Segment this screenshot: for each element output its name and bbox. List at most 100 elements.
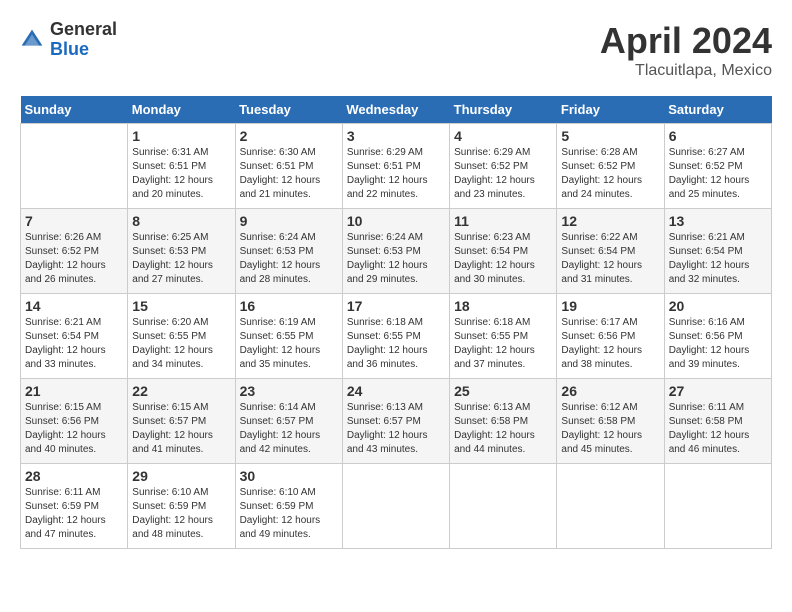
day-info: Sunrise: 6:15 AMSunset: 6:57 PMDaylight:…: [132, 401, 230, 457]
table-row: 24 Sunrise: 6:13 AMSunset: 6:57 PMDayligh…: [342, 379, 449, 464]
day-info: Sunrise: 6:29 AMSunset: 6:52 PMDaylight:…: [454, 146, 552, 202]
day-info: Sunrise: 6:10 AMSunset: 6:59 PMDaylight:…: [132, 486, 230, 542]
col-monday: Monday: [128, 96, 235, 124]
day-number: 19: [561, 298, 659, 314]
day-info: Sunrise: 6:29 AMSunset: 6:51 PMDaylight:…: [347, 146, 445, 202]
day-number: 27: [669, 383, 767, 399]
table-row: 18Sunrise: 6:18 AMSunset: 6:55 PMDayligh…: [450, 294, 557, 379]
header-row: Sunday Monday Tuesday Wednesday Thursday…: [21, 96, 772, 124]
day-info: Sunrise: 6:31 AMSunset: 6:51 PMDaylight:…: [132, 146, 230, 202]
day-info: Sunrise: 6:21 AMSunset: 6:54 PMDaylight:…: [25, 316, 123, 372]
table-row: 30 Sunrise: 6:10 AMSunset: 6:59 PMDayligh…: [235, 464, 342, 549]
day-number: 13: [669, 213, 767, 229]
day-info: Sunrise: 6:26 AMSunset: 6:52 PMDaylight:…: [25, 231, 123, 287]
table-row: 16 Sunrise: 6:19 AMSunset: 6:55 PMDayligh…: [235, 294, 342, 379]
day-info: Sunrise: 6:18 AMSunset: 6:55 PMDaylight:…: [347, 316, 445, 372]
table-row: 22 Sunrise: 6:15 AMSunset: 6:57 PMDayligh…: [128, 379, 235, 464]
day-info: Sunrise: 6:24 AMSunset: 6:53 PMDaylight:…: [240, 231, 338, 287]
table-row: 29 Sunrise: 6:10 AMSunset: 6:59 PMDayligh…: [128, 464, 235, 549]
table-row: 23Sunrise: 6:14 AMSunset: 6:57 PMDayligh…: [235, 379, 342, 464]
table-row: 15Sunrise: 6:20 AMSunset: 6:55 PMDayligh…: [128, 294, 235, 379]
logo: General Blue: [20, 20, 117, 60]
table-row: 26Sunrise: 6:12 AMSunset: 6:58 PMDayligh…: [557, 379, 664, 464]
table-row: [450, 464, 557, 549]
day-number: 29: [132, 468, 230, 484]
day-number: 21: [25, 383, 123, 399]
day-number: 8: [132, 213, 230, 229]
col-sunday: Sunday: [21, 96, 128, 124]
day-number: 25: [454, 383, 552, 399]
table-row: 28 Sunrise: 6:11 AMSunset: 6:59 PMDayligh…: [21, 464, 128, 549]
day-info: Sunrise: 6:30 AMSunset: 6:51 PMDaylight:…: [240, 146, 338, 202]
col-tuesday: Tuesday: [235, 96, 342, 124]
table-row: 2 Sunrise: 6:30 AMSunset: 6:51 PMDaylight…: [235, 124, 342, 209]
table-row: 25Sunrise: 6:13 AMSunset: 6:58 PMDayligh…: [450, 379, 557, 464]
table-row: 20Sunrise: 6:16 AMSunset: 6:56 PMDayligh…: [664, 294, 771, 379]
day-info: Sunrise: 6:11 AMSunset: 6:58 PMDaylight:…: [669, 401, 767, 457]
calendar-week-3: 14 Sunrise: 6:21 AMSunset: 6:54 PMDayligh…: [21, 294, 772, 379]
table-row: 19Sunrise: 6:17 AMSunset: 6:56 PMDayligh…: [557, 294, 664, 379]
day-number: 6: [669, 128, 767, 144]
day-number: 30: [240, 468, 338, 484]
table-row: 8 Sunrise: 6:25 AMSunset: 6:53 PMDaylight…: [128, 209, 235, 294]
table-row: [21, 124, 128, 209]
day-info: Sunrise: 6:25 AMSunset: 6:53 PMDaylight:…: [132, 231, 230, 287]
day-info: Sunrise: 6:13 AMSunset: 6:57 PMDaylight:…: [347, 401, 445, 457]
table-row: [557, 464, 664, 549]
col-wednesday: Wednesday: [342, 96, 449, 124]
calendar-week-4: 21 Sunrise: 6:15 AMSunset: 6:56 PMDayligh…: [21, 379, 772, 464]
table-row: 5Sunrise: 6:28 AMSunset: 6:52 PMDaylight…: [557, 124, 664, 209]
table-row: 10 Sunrise: 6:24 AMSunset: 6:53 PMDayligh…: [342, 209, 449, 294]
calendar-header: Sunday Monday Tuesday Wednesday Thursday…: [21, 96, 772, 124]
day-info: Sunrise: 6:24 AMSunset: 6:53 PMDaylight:…: [347, 231, 445, 287]
table-row: 1 Sunrise: 6:31 AMSunset: 6:51 PMDaylight…: [128, 124, 235, 209]
day-number: 3: [347, 128, 445, 144]
table-row: 3 Sunrise: 6:29 AMSunset: 6:51 PMDaylight…: [342, 124, 449, 209]
day-number: 15: [132, 298, 230, 314]
col-thursday: Thursday: [450, 96, 557, 124]
day-number: 16: [240, 298, 338, 314]
table-row: 12Sunrise: 6:22 AMSunset: 6:54 PMDayligh…: [557, 209, 664, 294]
calendar-week-2: 7 Sunrise: 6:26 AMSunset: 6:52 PMDaylight…: [21, 209, 772, 294]
day-number: 14: [25, 298, 123, 314]
day-info: Sunrise: 6:21 AMSunset: 6:54 PMDaylight:…: [669, 231, 767, 287]
day-info: Sunrise: 6:27 AMSunset: 6:52 PMDaylight:…: [669, 146, 767, 202]
day-info: Sunrise: 6:23 AMSunset: 6:54 PMDaylight:…: [454, 231, 552, 287]
day-number: 9: [240, 213, 338, 229]
calendar-title: April 2024: [600, 20, 772, 62]
day-info: Sunrise: 6:10 AMSunset: 6:59 PMDaylight:…: [240, 486, 338, 542]
day-number: 22: [132, 383, 230, 399]
day-number: 1: [132, 128, 230, 144]
table-row: [342, 464, 449, 549]
logo-text: General Blue: [50, 20, 117, 60]
table-row: [664, 464, 771, 549]
day-number: 4: [454, 128, 552, 144]
day-info: Sunrise: 6:15 AMSunset: 6:56 PMDaylight:…: [25, 401, 123, 457]
table-row: 13 Sunrise: 6:21 AMSunset: 6:54 PMDayligh…: [664, 209, 771, 294]
table-row: 4 Sunrise: 6:29 AMSunset: 6:52 PMDaylight…: [450, 124, 557, 209]
day-number: 7: [25, 213, 123, 229]
logo-icon: [20, 28, 44, 52]
day-number: 20: [669, 298, 767, 314]
table-row: 21 Sunrise: 6:15 AMSunset: 6:56 PMDayligh…: [21, 379, 128, 464]
logo-general: General: [50, 20, 117, 40]
day-number: 28: [25, 468, 123, 484]
day-info: Sunrise: 6:11 AMSunset: 6:59 PMDaylight:…: [25, 486, 123, 542]
title-block: April 2024 Tlacuitlapa, Mexico: [600, 20, 772, 80]
day-number: 17: [347, 298, 445, 314]
calendar-subtitle: Tlacuitlapa, Mexico: [600, 62, 772, 80]
day-number: 10: [347, 213, 445, 229]
col-friday: Friday: [557, 96, 664, 124]
calendar-body: 1 Sunrise: 6:31 AMSunset: 6:51 PMDaylight…: [21, 124, 772, 549]
day-number: 24: [347, 383, 445, 399]
day-number: 2: [240, 128, 338, 144]
day-number: 5: [561, 128, 659, 144]
table-row: 9 Sunrise: 6:24 AMSunset: 6:53 PMDaylight…: [235, 209, 342, 294]
day-number: 12: [561, 213, 659, 229]
day-info: Sunrise: 6:19 AMSunset: 6:55 PMDaylight:…: [240, 316, 338, 372]
logo-blue: Blue: [50, 40, 117, 60]
calendar-week-1: 1 Sunrise: 6:31 AMSunset: 6:51 PMDaylight…: [21, 124, 772, 209]
day-info: Sunrise: 6:14 AMSunset: 6:57 PMDaylight:…: [240, 401, 338, 457]
table-row: 27 Sunrise: 6:11 AMSunset: 6:58 PMDayligh…: [664, 379, 771, 464]
table-row: 14 Sunrise: 6:21 AMSunset: 6:54 PMDayligh…: [21, 294, 128, 379]
